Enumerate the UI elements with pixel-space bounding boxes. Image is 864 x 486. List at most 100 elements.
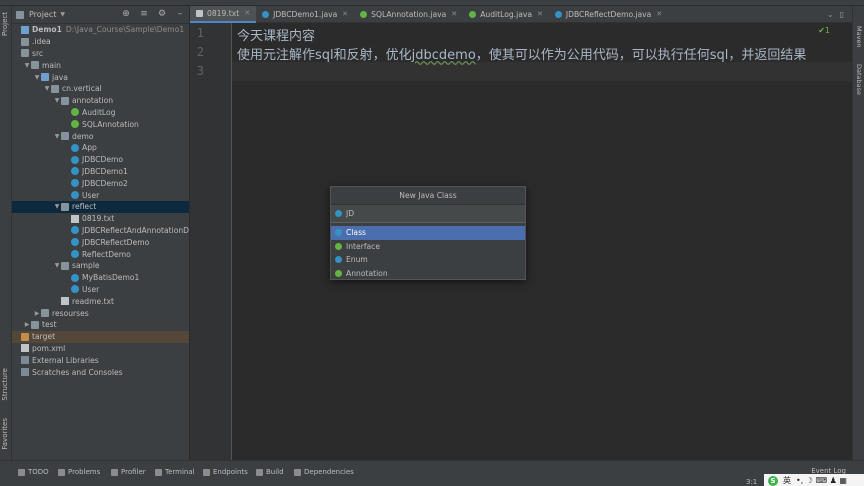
tree-item[interactable]: Scratches and Consoles (12, 366, 189, 378)
class-icon (71, 285, 79, 294)
kind-option-interface[interactable]: Interface (331, 240, 525, 254)
project-tool-button[interactable]: Project (1, 12, 9, 36)
tree-item[interactable]: JDBCReflectDemo (12, 236, 189, 248)
collapse-all-icon[interactable]: ≡ (139, 9, 149, 19)
editor-tab[interactable]: JDBCDemo1.java ✕ (256, 6, 354, 23)
tree-item[interactable]: ▼ main (12, 59, 189, 71)
tool-window-endpoints[interactable]: Endpoints (203, 468, 248, 476)
tree-item[interactable]: pom.xml (12, 343, 189, 355)
tree-item[interactable]: target (12, 330, 189, 343)
tree-item[interactable]: ▼ reflect (12, 201, 189, 213)
tree-item[interactable]: External Libraries (12, 354, 189, 366)
tree-item[interactable]: JDBCReflectAndAnnotationDemo (12, 225, 189, 237)
tool-window-build[interactable]: Build (256, 468, 284, 476)
tree-item-label: resourses (52, 308, 89, 318)
tree-item[interactable]: AuditLog (12, 107, 189, 119)
tree-item[interactable]: JDBCDemo (12, 154, 189, 166)
tab-list-icon[interactable]: ⌄ (827, 10, 834, 19)
kind-option-label: Annotation (346, 268, 388, 278)
tree-item[interactable]: Demo1 D:\Java_Course\Sample\Demo1 (12, 24, 189, 36)
tree-item[interactable]: src (12, 48, 189, 60)
close-icon[interactable]: ✕ (342, 10, 348, 18)
kind-option-class[interactable]: Class (331, 226, 525, 240)
maven-tool-button[interactable]: Maven (855, 26, 863, 48)
tree-item[interactable]: 0819.txt (12, 213, 189, 225)
tree-item-label: JDBCReflectAndAnnotationDemo (82, 225, 189, 235)
kind-option-label: Enum (346, 255, 368, 265)
tree-item[interactable]: ▼ sample (12, 260, 189, 272)
text-editor[interactable]: 今天课程内容 使用元注解作sql和反射，优化jdbcdemo，使其可以作为公用代… (232, 23, 852, 460)
tree-item[interactable]: ▼ demo (12, 130, 189, 142)
gear-icon[interactable]: ⚙ (157, 9, 167, 19)
structure-tool-button[interactable]: Structure (1, 368, 9, 401)
expand-down-icon[interactable]: ▼ (33, 74, 41, 81)
tree-item[interactable]: ▶ test (12, 319, 189, 331)
excluded-folder-icon (21, 332, 29, 341)
locate-icon[interactable]: ⊕ (121, 9, 131, 19)
expand-down-icon[interactable]: ▼ (53, 262, 61, 269)
tree-item[interactable]: ▶ resourses (12, 307, 189, 319)
expand-right-icon[interactable]: ▶ (33, 310, 41, 317)
expand-down-icon[interactable]: ▼ (23, 62, 31, 69)
tool-window-terminal[interactable]: Terminal (155, 468, 195, 476)
tree-item[interactable]: User (12, 284, 189, 296)
tree-item[interactable]: ▼ annotation (12, 95, 189, 107)
tool-window-dependencies[interactable]: Dependencies (294, 468, 354, 476)
kind-option-enum[interactable]: Enum (331, 253, 525, 267)
tool-window-label: Profiler (121, 468, 146, 476)
expand-down-icon[interactable]: ▼ (53, 133, 61, 140)
tree-item[interactable]: readme.txt (12, 295, 189, 307)
tree-item[interactable]: MyBatisDemo1 (12, 272, 189, 284)
tree-item[interactable]: .idea (12, 36, 189, 48)
editor-tab[interactable]: JDBCReflectDemo.java ✕ (549, 6, 668, 23)
input-method-bar[interactable]: S 英 •, ☽ ⌨ ♟ ▦ (764, 474, 864, 486)
tree-item[interactable]: ReflectDemo (12, 248, 189, 260)
tree-item[interactable]: SQLAnnotation (12, 118, 189, 130)
expand-right-icon[interactable]: ▶ (23, 321, 31, 328)
editor-tab[interactable]: SQLAnnotation.java ✕ (354, 6, 463, 23)
project-view-selector[interactable]: Project (29, 10, 56, 19)
inspection-widget[interactable]: ✔1 (818, 26, 830, 35)
tree-item[interactable]: User (12, 189, 189, 201)
expand-down-icon[interactable]: ▼ (43, 85, 51, 92)
tree-item-label: readme.txt (72, 296, 115, 306)
folder-icon (41, 309, 49, 318)
tree-item-label: User (82, 190, 100, 200)
editor-line-2[interactable]: 使用元注解作sql和反射，优化jdbcdemo，使其可以作为公用代码，可以执行任… (237, 44, 806, 63)
split-icon[interactable]: ▯ (840, 10, 844, 19)
tree-item[interactable]: ▼ cn.vertical (12, 83, 189, 95)
editor-line-1[interactable]: 今天课程内容 (237, 25, 315, 44)
caret-position[interactable]: 3:1 (746, 478, 757, 486)
ime-language[interactable]: 英 (783, 475, 791, 486)
tree-item[interactable]: ▼ java (12, 71, 189, 83)
editor-tab[interactable]: AuditLog.java ✕ (463, 6, 549, 23)
editor-tab[interactable]: 0819.txt ✕ (190, 5, 257, 23)
package-icon (51, 84, 59, 93)
package-icon (61, 202, 69, 211)
tree-item-label: test (42, 320, 57, 330)
kind-option-label: Interface (346, 241, 380, 251)
tool-window-problems[interactable]: Problems (58, 468, 100, 476)
close-icon[interactable]: ✕ (656, 10, 662, 18)
tree-item[interactable]: JDBCDemo1 (12, 166, 189, 178)
kind-option-annotation[interactable]: Annotation (331, 267, 525, 281)
expand-down-icon[interactable]: ▼ (53, 203, 61, 210)
tree-item[interactable]: JDBCDemo2 (12, 177, 189, 189)
close-icon[interactable]: ✕ (244, 9, 250, 17)
minimize-icon[interactable]: – (175, 9, 185, 19)
close-icon[interactable]: ✕ (537, 10, 543, 18)
ime-tools[interactable]: •, ☽ ⌨ ♟ ▦ (796, 476, 847, 485)
tool-window-profiler[interactable]: Profiler (111, 468, 146, 476)
class-name-input[interactable] (346, 209, 506, 218)
database-tool-button[interactable]: Database (855, 64, 863, 95)
annotation-icon (71, 108, 79, 117)
tool-window-todo[interactable]: TODO (18, 468, 49, 476)
expand-down-icon[interactable]: ▼ (53, 97, 61, 104)
tool-window-label: TODO (28, 468, 49, 476)
chevron-down-icon[interactable]: ▼ (60, 11, 65, 18)
tree-item[interactable]: App (12, 142, 189, 154)
close-icon[interactable]: ✕ (451, 10, 457, 18)
dependencies-icon (294, 468, 301, 476)
tree-item-label: App (82, 143, 97, 153)
favorites-tool-button[interactable]: Favorites (1, 418, 9, 450)
